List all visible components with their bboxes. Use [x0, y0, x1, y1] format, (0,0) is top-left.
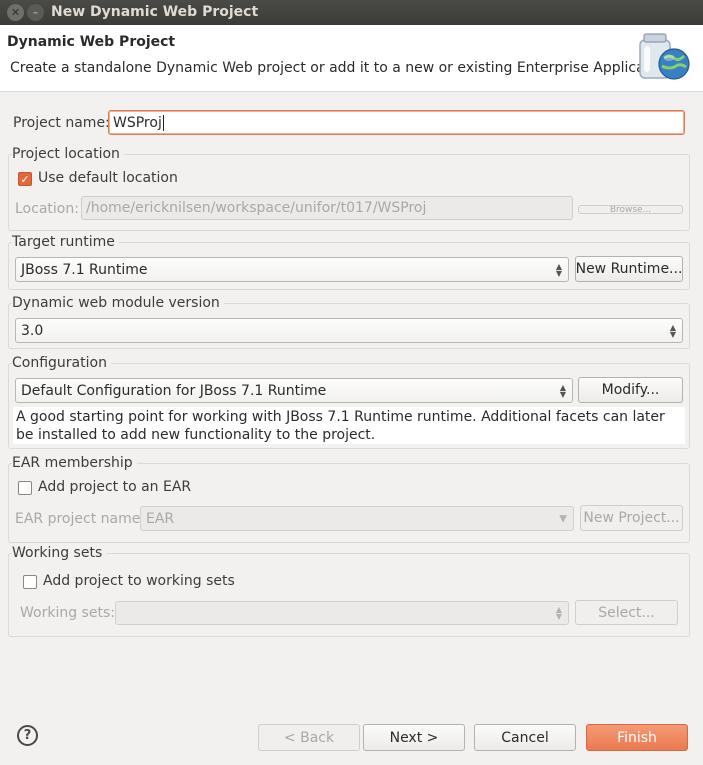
window-close-button[interactable]: ✕ — [7, 4, 24, 21]
back-button-label: < Back — [283, 729, 335, 746]
module-version-title: Dynamic web module version — [12, 295, 224, 311]
module-version-value: 3.0 — [21, 322, 44, 339]
target-runtime-title: Target runtime — [12, 234, 119, 250]
project-location-title: Project location — [12, 146, 124, 162]
configuration-title: Configuration — [12, 355, 111, 371]
ear-membership-group — [8, 463, 690, 543]
back-button[interactable]: < Back — [258, 724, 360, 751]
configuration-select[interactable]: Default Configuration for JBoss 7.1 Runt… — [15, 378, 573, 403]
next-button-label: Next > — [389, 729, 439, 746]
select-working-sets-button-label: Select... — [598, 604, 655, 621]
window-minimize-button[interactable]: – — [27, 4, 44, 21]
close-icon: ✕ — [10, 6, 21, 19]
updown-arrows-icon: ▲ ▼ — [555, 605, 562, 621]
finish-button[interactable]: Finish — [586, 724, 688, 751]
project-name-label: Project name: — [13, 115, 110, 131]
modify-button[interactable]: Modify... — [578, 377, 683, 403]
add-to-ear-label: Add project to an EAR — [38, 479, 192, 495]
web-project-jar-globe-icon — [639, 33, 690, 80]
target-runtime-select[interactable]: JBoss 7.1 Runtime ▲ ▼ — [15, 257, 569, 282]
module-version-select[interactable]: 3.0 ▲ ▼ — [15, 318, 683, 343]
select-working-sets-button[interactable]: Select... — [575, 600, 678, 625]
working-sets-select[interactable]: ▲ ▼ — [115, 601, 569, 625]
wizard-banner: Dynamic Web Project Create a standalone … — [0, 25, 703, 92]
banner-description: Create a standalone Dynamic Web project … — [10, 60, 676, 76]
updown-arrows-icon: ▲ ▼ — [559, 382, 566, 399]
new-runtime-button[interactable]: New Runtime... — [575, 256, 683, 282]
updown-arrows-icon: ▲ ▼ — [555, 261, 562, 278]
cancel-button[interactable]: Cancel — [474, 724, 576, 751]
ear-project-name-value: EAR — [146, 510, 175, 527]
ear-project-name-label: EAR project name: — [15, 511, 146, 527]
new-ear-project-button[interactable]: New Project... — [580, 505, 683, 531]
window-title: New Dynamic Web Project — [51, 4, 259, 20]
working-sets-label: Working sets: — [20, 605, 115, 621]
new-ear-project-button-label: New Project... — [583, 510, 680, 526]
add-to-working-sets-label: Add project to working sets — [43, 573, 235, 589]
location-field[interactable]: /home/ericknilsen/workspace/unifor/t017/… — [81, 196, 573, 220]
window-titlebar: ✕ – New Dynamic Web Project — [0, 0, 703, 25]
ear-project-name-select[interactable]: EAR ▼ — [140, 506, 574, 531]
browse-button-label: Browse... — [609, 205, 652, 214]
browse-button[interactable]: Browse... — [578, 205, 683, 214]
updown-arrows-icon: ▲ ▼ — [669, 322, 676, 339]
dropdown-arrow-icon: ▼ — [559, 513, 567, 524]
target-runtime-value: JBoss 7.1 Runtime — [21, 261, 148, 278]
configuration-description: A good starting point for working with J… — [13, 407, 685, 444]
project-name-value: WSProj — [113, 114, 162, 131]
cancel-button-label: Cancel — [501, 729, 549, 746]
modify-button-label: Modify... — [601, 382, 660, 398]
use-default-location-label: Use default location — [38, 170, 178, 186]
finish-button-label: Finish — [617, 729, 657, 746]
location-label: Location: — [15, 201, 79, 217]
checkmark-icon: ✓ — [20, 172, 30, 186]
add-to-working-sets-checkbox[interactable] — [23, 575, 37, 589]
ear-membership-title: EAR membership — [12, 455, 137, 471]
text-caret — [162, 114, 164, 131]
working-sets-title: Working sets — [12, 545, 107, 561]
configuration-value: Default Configuration for JBoss 7.1 Runt… — [21, 382, 327, 399]
location-value: /home/ericknilsen/workspace/unifor/t017/… — [86, 200, 427, 216]
add-to-ear-checkbox[interactable] — [18, 481, 32, 495]
next-button[interactable]: Next > — [363, 724, 465, 751]
help-icon[interactable]: ? — [17, 725, 38, 746]
new-runtime-button-label: New Runtime... — [575, 261, 683, 277]
minimize-icon: – — [32, 6, 39, 19]
banner-title: Dynamic Web Project — [7, 34, 176, 50]
project-name-field[interactable]: WSProj — [108, 110, 685, 135]
use-default-location-checkbox[interactable]: ✓ — [18, 172, 32, 186]
